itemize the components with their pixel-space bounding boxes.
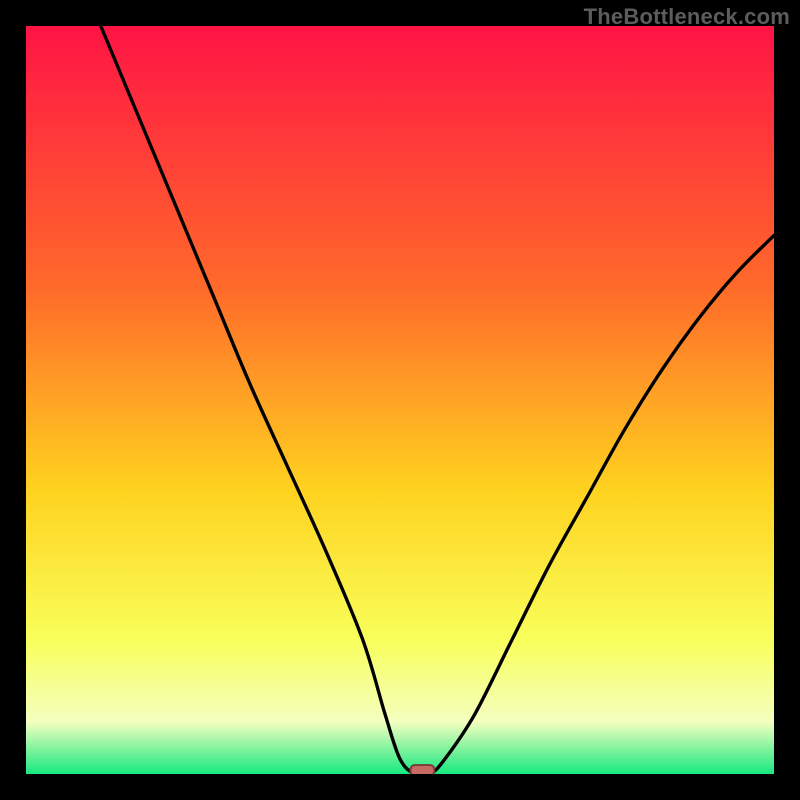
optimal-marker <box>410 765 434 774</box>
chart-frame: TheBottleneck.com <box>0 0 800 800</box>
bottleneck-chart <box>26 26 774 774</box>
gradient-background <box>26 26 774 774</box>
